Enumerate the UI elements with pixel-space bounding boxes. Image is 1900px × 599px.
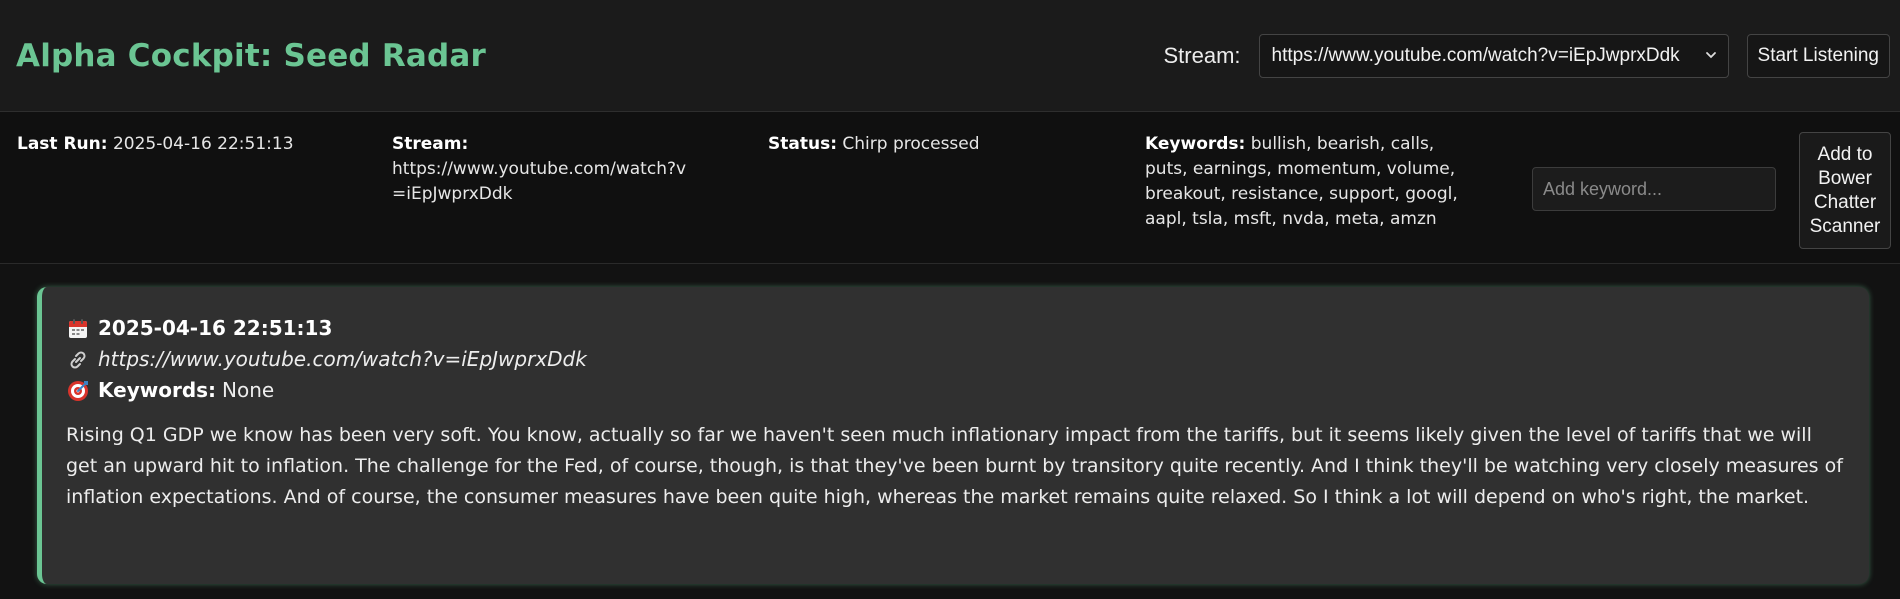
link-icon — [70, 350, 86, 369]
status-info: Status: Chirp processed — [768, 132, 1098, 157]
stream-select-value: https://www.youtube.com/watch?v=iEpJwprx… — [1271, 44, 1680, 66]
last-run-info: Last Run: 2025-04-16 22:51:13 — [17, 132, 357, 157]
stream-select[interactable]: https://www.youtube.com/watch?v=iEpJwprx… — [1258, 33, 1729, 78]
card-transcript: Rising Q1 GDP we know has been very soft… — [66, 424, 1843, 508]
app-title: Alpha Cockpit: Seed Radar — [16, 37, 486, 74]
start-listening-button[interactable]: Start Listening — [1746, 33, 1890, 78]
add-to-scanner-button[interactable]: Add to Bower Chatter Scanner — [1799, 132, 1891, 249]
status-value: Chirp processed — [842, 134, 980, 154]
chirp-feed: 2025-04-16 22:51:13 https://www.youtube.… — [0, 264, 1900, 598]
add-keyword-input[interactable] — [1532, 167, 1776, 211]
status-label: Status: — [768, 134, 837, 154]
stream-label: Stream: — [1163, 42, 1241, 68]
app-header: Alpha Cockpit: Seed Radar Stream: https:… — [0, 0, 1900, 112]
card-date-line: 2025-04-16 22:51:13 — [66, 313, 1845, 344]
calendar-icon — [69, 318, 87, 338]
stream-info: Stream: https://www.youtube.com/watch?v=… — [392, 132, 692, 207]
status-bar: Last Run: 2025-04-16 22:51:13 Stream: ht… — [0, 112, 1900, 264]
card-url-line: https://www.youtube.com/watch?v=iEpJwprx… — [66, 344, 1845, 375]
card-keywords-label: Keywords: — [98, 378, 217, 402]
last-run-value: 2025-04-16 22:51:13 — [112, 134, 294, 154]
card-keywords-line: Keywords: None — [66, 375, 1845, 406]
stream-info-value: https://www.youtube.com/watch?v=iEpJwprx… — [392, 159, 687, 204]
stream-controls: Stream: https://www.youtube.com/watch?v=… — [1163, 33, 1890, 78]
chevron-down-icon — [1705, 51, 1716, 58]
stream-info-label: Stream: — [392, 134, 469, 154]
keywords-info: Keywords: bullish, bearish, calls, puts,… — [1145, 132, 1475, 232]
last-run-label: Last Run: — [17, 134, 108, 154]
card-url[interactable]: https://www.youtube.com/watch?v=iEpJwprx… — [98, 344, 587, 375]
chirp-card: 2025-04-16 22:51:13 https://www.youtube.… — [37, 287, 1869, 584]
card-timestamp: 2025-04-16 22:51:13 — [98, 316, 333, 340]
target-icon — [68, 380, 88, 401]
card-keywords-value: None — [222, 378, 275, 402]
keywords-label: Keywords: — [1145, 134, 1246, 154]
